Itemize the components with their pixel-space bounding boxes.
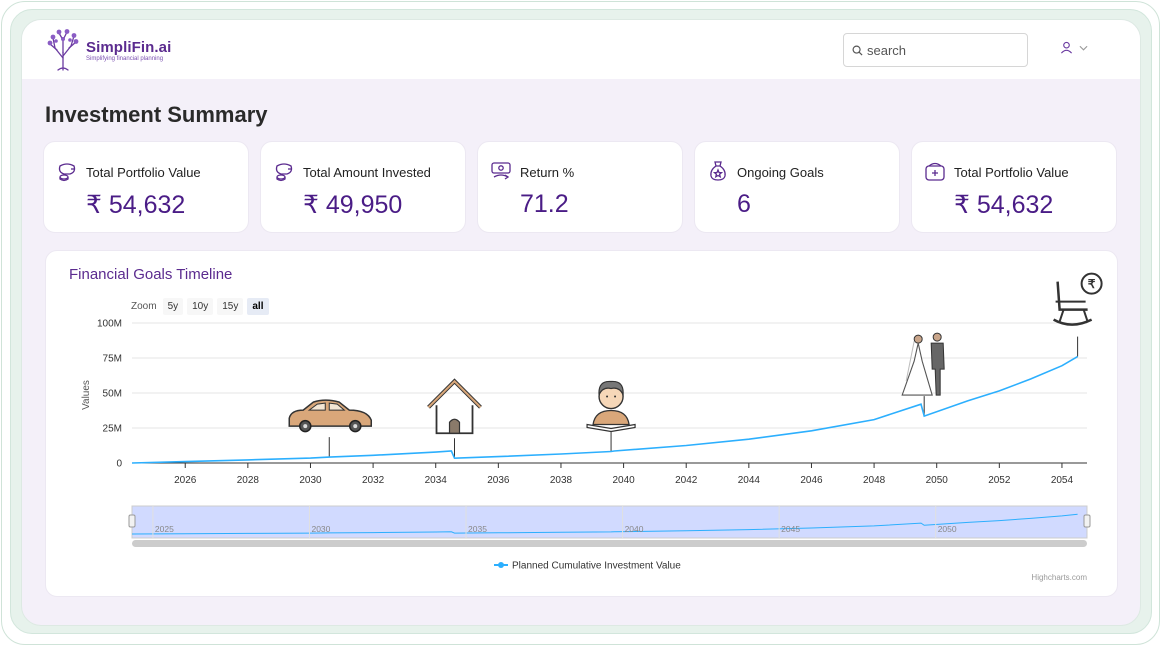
x-tick-label: 2030 (299, 475, 322, 486)
kpi-card-ongoing-goals: Ongoing Goals 6 (694, 141, 900, 233)
kpi-value: ₹ 54,632 (954, 191, 1054, 219)
money-bag-icon (58, 163, 76, 182)
car-icon (288, 399, 373, 433)
navigator-handle (1083, 514, 1091, 528)
retirement-icon: ₹ (1053, 272, 1103, 326)
navigator-tick-label: 2045 (781, 524, 800, 534)
kpi-value: 71.2 (520, 190, 569, 218)
x-tick-label: 2034 (425, 475, 448, 486)
kpi-card-portfolio-value: Total Portfolio Value ₹ 54,632 (43, 141, 249, 233)
kpi-card-return: Return % 71.2 (477, 141, 683, 233)
x-tick-label: 2036 (487, 475, 510, 486)
navigator-tick-label: 2025 (155, 524, 174, 534)
x-tick-label: 2042 (675, 475, 698, 486)
legend-label: Planned Cumulative Investment Value (512, 561, 681, 572)
timeline-chart: 0 25M 50M 75M 100M 2026 2028 2030 2032 2034 2036 20… (81, 272, 1103, 572)
money-bag-icon (275, 163, 293, 182)
top-bar: SimpliFin.ai Simplifying financial plann… (22, 20, 1140, 79)
search-input[interactable] (867, 42, 1017, 58)
kpi-label: Ongoing Goals (737, 165, 824, 180)
brand-logo[interactable]: SimpliFin.ai Simplifying financial plann… (44, 28, 171, 72)
kpi-label: Total Portfolio Value (954, 165, 1069, 180)
kpi-value: 6 (737, 190, 751, 218)
app-window: SimpliFin.ai Simplifying financial plann… (21, 19, 1141, 626)
x-tick-label: 2046 (800, 475, 823, 486)
wedding-icon (901, 332, 945, 396)
x-tick-label: 2040 (612, 475, 635, 486)
x-tick-label: 2050 (926, 475, 949, 486)
goals-icon (710, 161, 726, 181)
legend-marker (498, 562, 504, 568)
x-tick-label: 2038 (550, 475, 573, 486)
chevron-down-icon (1079, 45, 1088, 51)
x-tick-label: 2032 (362, 475, 385, 486)
kpi-card-amount-invested: Total Amount Invested ₹ 49,950 (260, 141, 466, 233)
kpi-label: Return % (520, 165, 575, 180)
x-tick-label: 2048 (863, 475, 886, 486)
chart-credits[interactable]: Highcharts.com (1031, 573, 1087, 582)
user-menu[interactable] (1060, 41, 1088, 54)
y-tick-label: 0 (116, 459, 122, 470)
x-tick-label: 2054 (1051, 475, 1074, 486)
navigator-tick-label: 2030 (311, 524, 330, 534)
navigator-tick-label: 2050 (938, 524, 957, 534)
goals-timeline-card: Financial Goals Timeline Zoom 5y 10y 15y… (45, 250, 1118, 597)
kpi-label: Total Portfolio Value (86, 165, 201, 180)
y-tick-label: 75M (103, 354, 122, 365)
education-icon (586, 380, 636, 433)
kpi-card-portfolio-value-2: Total Portfolio Value ₹ 54,632 (911, 141, 1117, 233)
return-icon (491, 162, 511, 180)
kpi-label: Total Amount Invested (303, 165, 431, 180)
wallet-icon (925, 162, 945, 181)
brand-tagline: Simplifying financial planning (86, 55, 164, 62)
x-tick-label: 2026 (174, 475, 197, 486)
page-title: Investment Summary (45, 102, 268, 127)
navigator-tick-label: 2040 (625, 524, 644, 534)
kpi-value: ₹ 49,950 (303, 191, 403, 219)
user-icon (1060, 41, 1073, 54)
y-tick-label: 25M (103, 424, 122, 435)
navigator-handle (128, 514, 136, 528)
x-tick-label: 2028 (237, 475, 260, 486)
y-axis-label: Values (81, 380, 92, 410)
y-tick-label: 100M (97, 319, 122, 330)
search-icon (852, 45, 863, 56)
brand-name: SimpliFin.ai (86, 38, 172, 56)
house-icon (427, 378, 482, 435)
navigator-scrollbar (132, 540, 1087, 547)
kpi-value: ₹ 54,632 (86, 191, 186, 219)
x-tick-label: 2052 (988, 475, 1011, 486)
y-tick-label: 50M (103, 389, 122, 400)
search-box[interactable] (843, 33, 1028, 67)
tree-logo-icon (47, 29, 79, 71)
svg-text:₹: ₹ (1088, 277, 1096, 291)
x-tick-label: 2044 (738, 475, 761, 486)
navigator-tick-label: 2035 (468, 524, 487, 534)
